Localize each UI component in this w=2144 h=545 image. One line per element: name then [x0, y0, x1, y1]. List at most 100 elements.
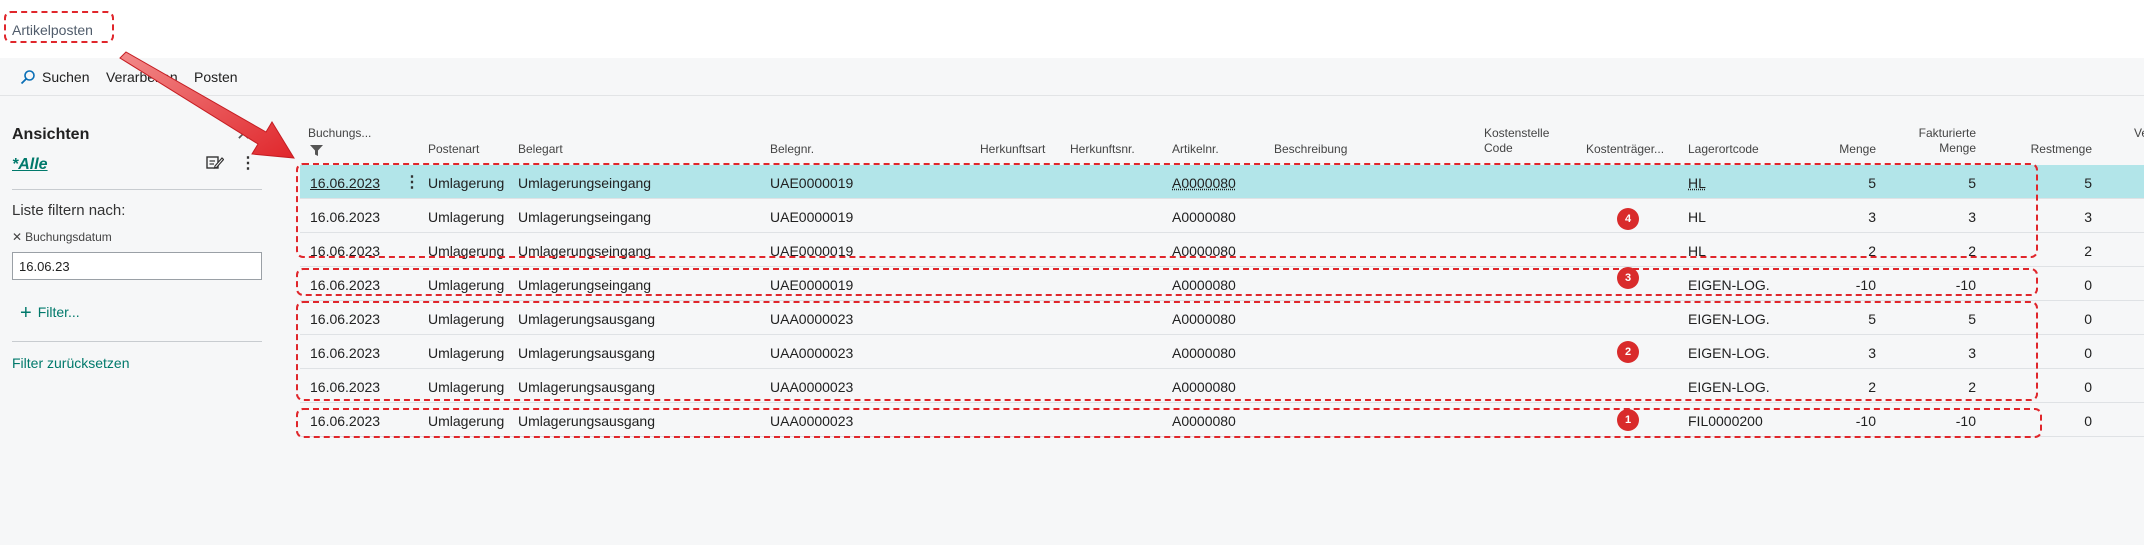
document-no-cell: UAA0000023	[770, 379, 854, 395]
column-header-description[interactable]: Beschreibung	[1274, 142, 1347, 157]
location-code-cell[interactable]: EIGEN-LOG.	[1688, 379, 1770, 395]
search-action[interactable]: Suchen	[20, 69, 89, 88]
column-header-location-code[interactable]: Lagerortcode	[1688, 142, 1759, 157]
entry-type-cell: Umlagerung	[428, 311, 505, 327]
document-no-cell: UAA0000023	[770, 345, 854, 361]
filter-list-title: Liste filtern nach:	[12, 202, 126, 219]
location-code-cell[interactable]: EIGEN-LOG.	[1688, 345, 1770, 361]
cost-center-label-2: Code	[1484, 141, 1513, 155]
document-no-cell: UAE0000019	[770, 209, 854, 225]
reset-filter-link[interactable]: Filter zurücksetzen	[12, 355, 129, 371]
invoiced-quantity-cell: 5	[1968, 175, 1976, 191]
posting-date-cell[interactable]: 16.06.2023	[310, 175, 380, 191]
table-row[interactable]: 16.06.2023 Umlagerung Umlagerungseingang…	[300, 267, 2144, 301]
edit-view-icon[interactable]	[206, 154, 225, 175]
content-area: Ansichten ✕ *Alle ⋮ Liste filtern nach: …	[0, 96, 2144, 545]
add-filter-label: Filter...	[37, 304, 80, 320]
view-all-link[interactable]: *Alle	[12, 156, 48, 174]
item-no-cell[interactable]: A0000080	[1172, 209, 1236, 225]
column-header-quantity[interactable]: Menge	[1800, 142, 1876, 157]
search-action-label: Suchen	[42, 69, 90, 85]
entry-type-cell: Umlagerung	[428, 175, 505, 191]
plus-icon: +	[20, 302, 32, 324]
column-header-cost-object[interactable]: Kostenträger...	[1586, 142, 1664, 157]
location-code-cell[interactable]: HL	[1688, 209, 1706, 225]
remaining-quantity-cell: 0	[2084, 345, 2092, 361]
quantity-cell: 3	[1868, 345, 1876, 361]
filter-field-name: Buchungsdatum	[25, 230, 112, 244]
filter-field-label: ✕ Buchungsdatum	[12, 230, 112, 244]
table-row[interactable]: 16.06.2023 Umlagerung Umlagerungseingang…	[300, 199, 2144, 233]
entry-type-cell: Umlagerung	[428, 345, 505, 361]
location-code-cell[interactable]: HL	[1688, 175, 1706, 191]
document-type-cell: Umlagerungsausgang	[518, 311, 655, 327]
column-header-posting-date[interactable]: Buchungs...	[308, 126, 371, 141]
annotation-badge: 4	[1617, 208, 1639, 230]
location-code-cell[interactable]: EIGEN-LOG.	[1688, 311, 1770, 327]
item-no-cell[interactable]: A0000080	[1172, 175, 1236, 191]
posting-date-cell[interactable]: 16.06.2023	[310, 277, 380, 293]
annotation-badge: 3	[1617, 267, 1639, 289]
column-header-document-type[interactable]: Belegart	[518, 142, 563, 157]
posting-date-cell[interactable]: 16.06.2023	[310, 379, 380, 395]
column-header-source-type[interactable]: Herkunftsart	[980, 142, 1045, 157]
date-filter-input[interactable]	[12, 252, 262, 280]
document-type-cell: Umlagerungsausgang	[518, 413, 655, 429]
table-row[interactable]: 16.06.2023 ⋮ Umlagerung Umlagerungseinga…	[300, 165, 2144, 199]
table-row[interactable]: 16.06.2023 Umlagerung Umlagerungsausgang…	[300, 369, 2144, 403]
location-code-cell[interactable]: EIGEN-LOG.	[1688, 277, 1770, 293]
entry-type-cell: Umlagerung	[428, 243, 505, 259]
location-code-cell[interactable]: HL	[1688, 243, 1706, 259]
table-row[interactable]: 16.06.2023 Umlagerung Umlagerungsausgang…	[300, 335, 2144, 369]
document-type-cell: Umlagerungseingang	[518, 243, 652, 259]
column-header-entry-type[interactable]: Postenart	[428, 142, 479, 157]
posting-date-cell[interactable]: 16.06.2023	[310, 345, 380, 361]
column-header-cost-center[interactable]: Kostenstelle Code	[1484, 126, 1549, 156]
entry-type-cell: Umlagerung	[428, 277, 505, 293]
document-no-cell: UAE0000019	[770, 243, 854, 259]
posting-date-cell[interactable]: 16.06.2023	[310, 243, 380, 259]
remaining-quantity-cell: 5	[2084, 175, 2092, 191]
item-no-cell[interactable]: A0000080	[1172, 243, 1236, 259]
item-no-cell[interactable]: A0000080	[1172, 277, 1236, 293]
more-options-icon[interactable]: ⋮	[240, 153, 256, 173]
row-menu-icon[interactable]: ⋮	[404, 172, 420, 192]
add-filter-button[interactable]: + Filter...	[20, 302, 80, 325]
quantity-cell: 3	[1868, 209, 1876, 225]
annotation-badge: 2	[1617, 341, 1639, 363]
column-header-item-no[interactable]: Artikelnr.	[1172, 142, 1219, 157]
item-no-cell[interactable]: A0000080	[1172, 413, 1236, 429]
item-no-cell[interactable]: A0000080	[1172, 311, 1236, 327]
table-row[interactable]: 16.06.2023 Umlagerung Umlagerungsausgang…	[300, 301, 2144, 335]
posting-date-cell[interactable]: 16.06.2023	[310, 311, 380, 327]
filter-icon	[310, 143, 323, 161]
table-row[interactable]: 16.06.2023 Umlagerung Umlagerungseingang…	[300, 233, 2144, 267]
remaining-quantity-cell: 0	[2084, 311, 2092, 327]
invoiced-label-2: Menge	[1939, 141, 1976, 155]
title-bar: Artikelposten	[0, 0, 2144, 58]
document-type-cell: Umlagerungseingang	[518, 209, 652, 225]
column-header-source-no[interactable]: Herkunftsnr.	[1070, 142, 1135, 157]
column-header-remaining-quantity[interactable]: Restmenge	[1980, 142, 2092, 157]
entries-action[interactable]: Posten	[194, 69, 238, 85]
divider	[12, 341, 262, 342]
close-pane-icon[interactable]: ✕	[236, 124, 251, 145]
annotation-callout-title	[4, 11, 114, 43]
invoiced-quantity-cell: 5	[1968, 311, 1976, 327]
posting-date-cell[interactable]: 16.06.2023	[310, 413, 380, 429]
posting-date-cell[interactable]: 16.06.2023	[310, 209, 380, 225]
column-header-truncated[interactable]: Ve	[2134, 126, 2144, 141]
item-no-cell[interactable]: A0000080	[1172, 379, 1236, 395]
column-header-document-no[interactable]: Belegnr.	[770, 142, 814, 157]
table-row[interactable]: 16.06.2023 Umlagerung Umlagerungsausgang…	[300, 403, 2144, 437]
remaining-quantity-cell: 0	[2084, 379, 2092, 395]
item-no-cell[interactable]: A0000080	[1172, 345, 1236, 361]
column-header-invoiced-quantity[interactable]: Fakturierte Menge	[1880, 126, 1976, 156]
document-type-cell: Umlagerungseingang	[518, 175, 652, 191]
quantity-cell: -10	[1855, 413, 1876, 429]
remove-filter-icon[interactable]: ✕	[12, 230, 22, 244]
entries-grid: Buchungs... Postenart Belegart Belegnr. …	[300, 96, 2144, 545]
process-action[interactable]: Verarbeiten	[106, 69, 178, 85]
document-type-cell: Umlagerungsausgang	[518, 345, 655, 361]
location-code-cell[interactable]: FIL0000200	[1688, 413, 1763, 429]
